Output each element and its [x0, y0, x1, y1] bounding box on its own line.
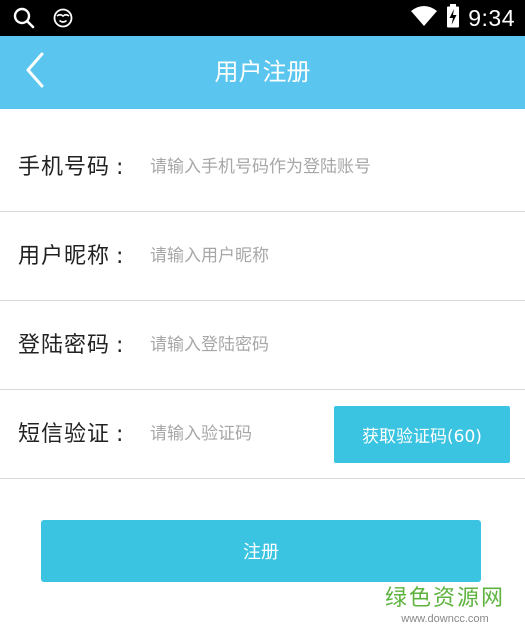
chevron-left-icon	[24, 52, 46, 92]
page-title: 用户注册	[214, 58, 311, 86]
watermark-url: www.downcc.com	[401, 613, 489, 625]
battery-charging-icon	[446, 4, 460, 32]
status-bar-left	[12, 6, 74, 34]
phone-input[interactable]	[150, 147, 450, 187]
status-time: 9:34	[468, 4, 515, 31]
phone-row: 手机号码:	[0, 123, 525, 212]
watermark-text: 绿色资源网	[384, 586, 505, 611]
phone-label: 手机号码:	[18, 155, 125, 180]
register-button[interactable]: 注册	[41, 520, 481, 582]
wifi-icon	[410, 5, 438, 31]
password-row: 登陆密码:	[0, 301, 525, 390]
registration-screen: 9:34 用户注册 手机号码: 用户昵称: 登陆密码: 短信验证:	[0, 0, 525, 638]
nickname-row: 用户昵称:	[0, 212, 525, 301]
sms-code-row: 短信验证: 获取验证码(60)	[0, 390, 525, 479]
password-input[interactable]	[150, 325, 450, 365]
sms-code-label: 短信验证:	[18, 422, 125, 447]
sms-code-input[interactable]	[150, 414, 320, 454]
watermark: 绿色资源网 www.downcc.com	[385, 586, 505, 626]
status-bar: 9:34	[0, 0, 525, 36]
emoji-face-icon	[52, 7, 74, 33]
app-header: 用户注册	[0, 36, 525, 109]
password-label: 登陆密码:	[18, 333, 125, 358]
nickname-label: 用户昵称:	[18, 244, 125, 269]
search-icon	[12, 6, 36, 34]
get-code-button[interactable]: 获取验证码(60)	[334, 406, 510, 463]
registration-form: 手机号码: 用户昵称: 登陆密码: 短信验证: 获取验证码(60)	[0, 123, 525, 479]
status-bar-right: 9:34	[410, 0, 515, 36]
back-button[interactable]	[18, 52, 52, 92]
nickname-input[interactable]	[150, 236, 450, 276]
